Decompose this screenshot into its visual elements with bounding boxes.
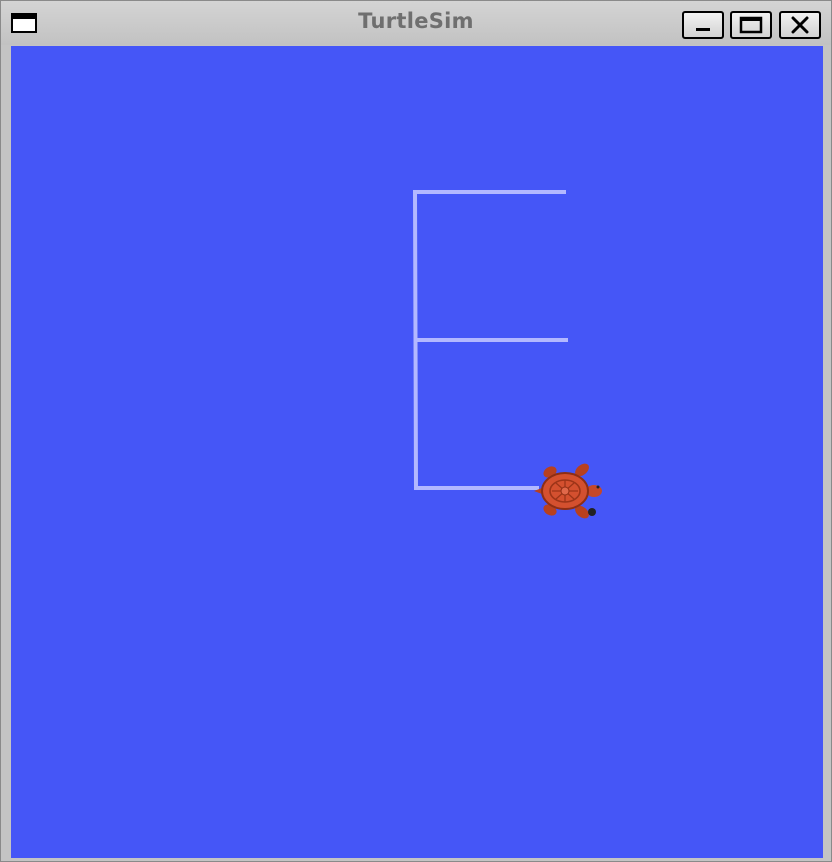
turtlesim-window: TurtleSim <box>0 0 832 862</box>
minimize-icon <box>696 28 710 31</box>
pen-trail <box>412 190 568 490</box>
maximize-icon <box>739 16 763 34</box>
close-icon <box>791 16 809 34</box>
turtle-icon <box>534 463 602 519</box>
title-bar[interactable]: TurtleSim <box>1 1 831 45</box>
turtle-canvas[interactable] <box>11 46 823 858</box>
maximize-button[interactable] <box>730 11 772 39</box>
close-button[interactable] <box>779 11 821 39</box>
minimize-button[interactable] <box>682 11 724 39</box>
